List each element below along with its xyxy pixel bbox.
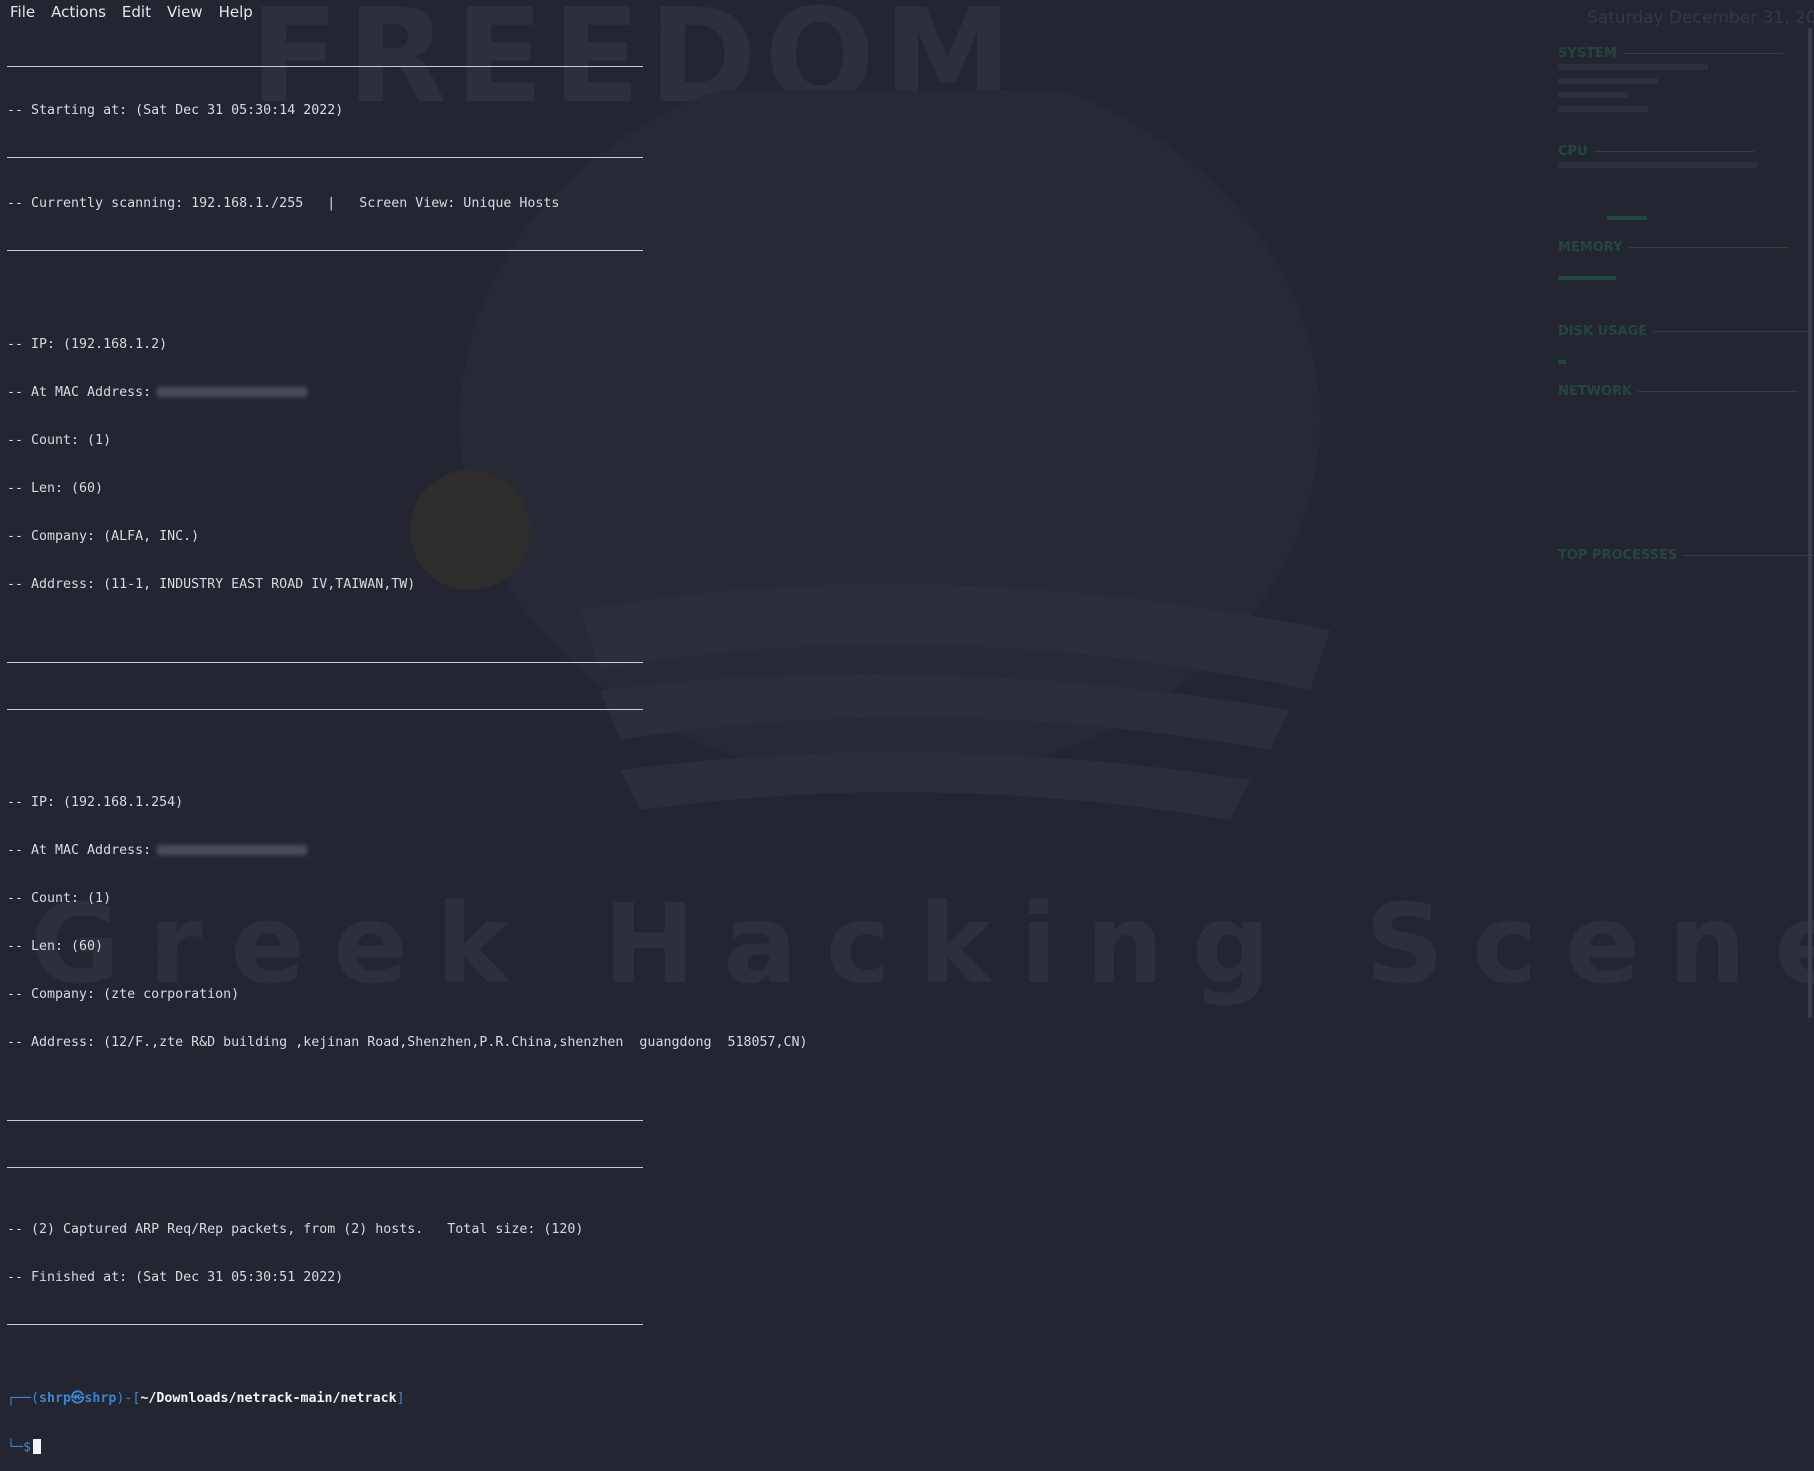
monitor-system-row: [1558, 106, 1648, 112]
system-monitor-panel: Saturday December 31, 20 SYSTEM CPU MEMO…: [1552, 0, 1814, 1018]
monitor-memory-heading: MEMORY: [1558, 240, 1789, 255]
host-ip: -- IP: (192.168.1.254): [7, 795, 184, 810]
host-count: -- Count: (1): [7, 433, 112, 448]
divider: [7, 662, 643, 663]
host-block: -- IP: (192.168.1.254) -- At MAC Address…: [7, 763, 808, 1083]
monitor-processes-heading: TOP PROCESSES: [1558, 548, 1814, 563]
scan-finish-line: -- Finished at: (Sat Dec 31 05:30:51 202…: [7, 1270, 344, 1285]
scan-range-line: -- Currently scanning: 192.168.1./255 | …: [7, 196, 560, 211]
text-cursor: [33, 1439, 42, 1454]
scrollbar-thumb[interactable]: [1808, 28, 1812, 1018]
menu-edit[interactable]: Edit: [113, 0, 158, 24]
monitor-system-row: [1558, 64, 1708, 70]
menu-file[interactable]: File: [0, 0, 42, 24]
divider: [7, 250, 643, 251]
monitor-system-heading: SYSTEM: [1558, 46, 1783, 61]
divider: [7, 709, 643, 710]
monitor-cpu-heading: CPU: [1558, 144, 1754, 159]
monitor-disk-heading: DISK USAGE: [1558, 324, 1813, 339]
host-block: -- IP: (192.168.1.2) -- At MAC Address: …: [7, 305, 808, 625]
monitor-cpu-bar: [1607, 216, 1647, 220]
monitor-network-heading: NETWORK: [1558, 384, 1798, 399]
menu-actions[interactable]: Actions: [42, 0, 113, 24]
divider: [7, 1120, 643, 1121]
host-mac-label: -- At MAC Address:: [7, 385, 152, 400]
prompt-line-1: ┌──(shrp㉿shrp)-[~/Downloads/netrack-main…: [7, 1391, 808, 1407]
prompt-user-host: shrp㉿shrp: [39, 1391, 117, 1406]
monitor-ram-bar: [1558, 276, 1616, 280]
prompt-symbol: └─$: [7, 1440, 32, 1455]
divider: [7, 1324, 643, 1325]
host-mac-row: -- At MAC Address:: [7, 385, 808, 401]
redacted-mac-address: [157, 845, 308, 855]
divider: [7, 1167, 643, 1168]
host-ip: -- IP: (192.168.1.2): [7, 337, 168, 352]
menu-bar: File Actions Edit View Help: [0, 0, 260, 24]
menu-view[interactable]: View: [158, 0, 210, 24]
monitor-disk-bar: [1558, 360, 1566, 364]
prompt-path: ~/Downloads/netrack-main/netrack: [140, 1391, 397, 1406]
monitor-date: Saturday December 31, 20: [1587, 8, 1814, 28]
host-len: -- Len: (60): [7, 939, 104, 954]
host-address: -- Address: (11-1, INDUSTRY EAST ROAD IV…: [7, 577, 416, 592]
host-count: -- Count: (1): [7, 891, 112, 906]
capture-summary: -- (2) Captured ARP Req/Rep packets, fro…: [7, 1222, 584, 1237]
terminal-output[interactable]: -- Starting at: (Sat Dec 31 05:30:14 202…: [7, 34, 808, 1471]
host-len: -- Len: (60): [7, 481, 104, 496]
prompt-line-2[interactable]: └─$: [7, 1439, 808, 1455]
prompt-corner: ┌──(: [7, 1391, 40, 1406]
redacted-mac-address: [157, 387, 308, 397]
terminal-scrollbar[interactable]: [1806, 0, 1814, 1018]
monitor-cpu-model: [1558, 162, 1758, 168]
prompt-path-close: ]: [396, 1391, 405, 1406]
monitor-system-row: [1558, 78, 1658, 84]
menu-help[interactable]: Help: [210, 0, 260, 24]
host-address: -- Address: (12/F.,zte R&D building ,kej…: [7, 1035, 808, 1050]
monitor-system-row: [1558, 92, 1628, 98]
prompt-separator: )-[: [116, 1391, 141, 1406]
host-company: -- Company: (zte corporation): [7, 987, 240, 1002]
scan-start-line: -- Starting at: (Sat Dec 31 05:30:14 202…: [7, 103, 344, 118]
host-mac-label: -- At MAC Address:: [7, 843, 152, 858]
divider: [7, 157, 643, 158]
host-company: -- Company: (ALFA, INC.): [7, 529, 200, 544]
divider: [7, 66, 643, 67]
host-mac-row: -- At MAC Address:: [7, 843, 808, 859]
